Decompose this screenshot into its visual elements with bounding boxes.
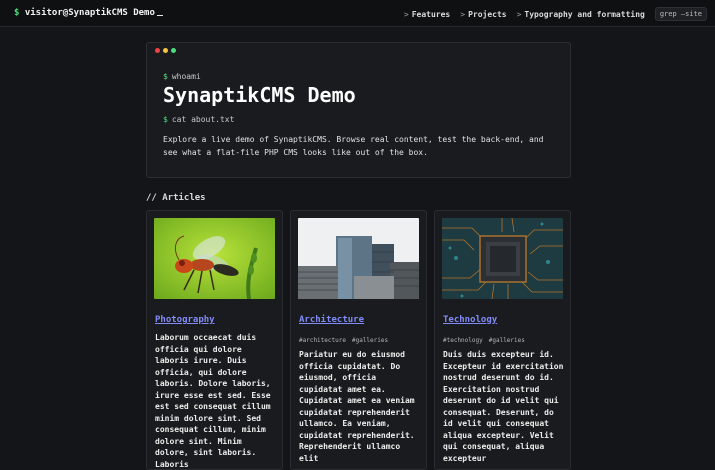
article-excerpt: Laborum occaecat duis officia qui dolore… — [155, 333, 271, 469]
window-controls — [155, 48, 176, 53]
search-button[interactable]: grep —site — [654, 7, 707, 21]
nav-label: Features — [411, 9, 451, 19]
nav-item-typography[interactable]: > Typography and formatting — [517, 10, 645, 19]
circuit-board-photo-image — [442, 218, 563, 299]
nav-label: Projects — [468, 9, 507, 19]
tag-link[interactable]: #architecture — [299, 337, 346, 344]
nav-label: Typography and formatting — [524, 9, 645, 19]
site-brand[interactable]: $ visitor@SynaptikCMS Demo — [14, 8, 163, 18]
command-text: whoami — [171, 72, 201, 81]
prompt-icon: $ — [163, 115, 168, 124]
article-thumbnail[interactable] — [442, 218, 563, 299]
brand-text: visitor@SynaptikCMS Demo — [24, 8, 155, 18]
article-card-technology[interactable]: Technology #technology #galleries Duis d… — [434, 210, 571, 470]
main-nav: > Features > Projects > Typography and form… — [404, 7, 707, 21]
article-title-link[interactable]: Technology — [443, 315, 497, 325]
insect-photo-image — [154, 218, 275, 299]
tag-link[interactable]: #technology — [443, 337, 483, 344]
brand-prompt: $ — [14, 8, 20, 18]
chevron-right-icon: > — [460, 9, 466, 19]
command-text: cat about.txt — [171, 115, 235, 124]
nav-item-features[interactable]: > Features — [404, 10, 450, 19]
article-tags: #architecture #galleries — [299, 337, 388, 344]
close-dot-icon — [155, 48, 160, 53]
page-title: SynaptikCMS Demo — [163, 83, 356, 107]
chevron-right-icon: > — [516, 9, 522, 19]
articles-heading: // Articles — [146, 193, 206, 203]
article-excerpt: Pariatur eu do eiusmod officia cupidatat… — [299, 350, 415, 463]
article-title-link[interactable]: Architecture — [299, 315, 364, 325]
tag-link[interactable]: #galleries — [352, 337, 388, 344]
article-thumbnail[interactable] — [298, 218, 419, 299]
article-card-photography[interactable]: Photography Laborum occaecat duis offici… — [146, 210, 283, 470]
article-excerpt: Duis duis excepteur id. Excepteur id exe… — [443, 350, 564, 463]
prompt-icon: $ — [163, 72, 168, 81]
nav-item-projects[interactable]: > Projects — [460, 10, 506, 19]
article-card-architecture[interactable]: Architecture #architecture #galleries Pa… — [290, 210, 427, 470]
cursor-icon — [156, 15, 163, 16]
maximize-dot-icon — [171, 48, 176, 53]
building-photo-image — [298, 218, 419, 299]
top-bar: $ visitor@SynaptikCMS Demo > Features > Pr… — [0, 0, 715, 27]
hero-description: Explore a live demo of SynaptikCMS. Brow… — [163, 135, 544, 157]
article-tags: #technology #galleries — [443, 337, 525, 344]
article-title-link[interactable]: Photography — [155, 315, 215, 325]
minimize-dot-icon — [163, 48, 168, 53]
article-thumbnail[interactable] — [154, 218, 275, 299]
tag-link[interactable]: #galleries — [489, 337, 525, 344]
hero-terminal: $ whoami SynaptikCMS Demo $ cat about.txt … — [146, 42, 571, 178]
command-cat: $ cat about.txt — [163, 115, 234, 124]
chevron-right-icon: > — [403, 9, 409, 19]
command-whoami: $ whoami — [163, 72, 201, 81]
